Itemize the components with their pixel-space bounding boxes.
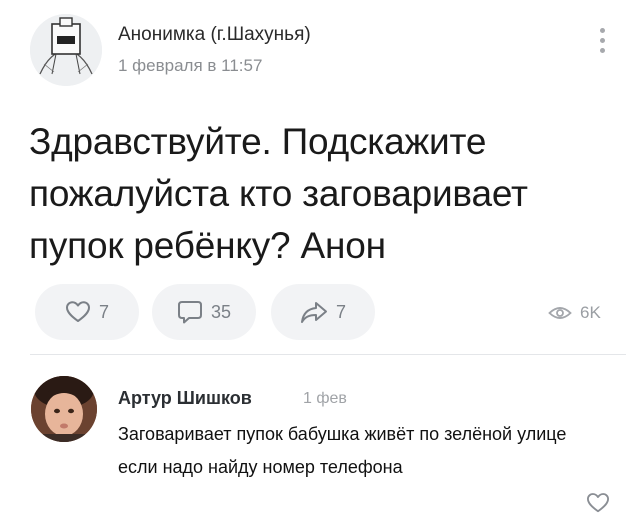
post-author-name[interactable]: Анонимка (г.Шахунья)	[118, 24, 311, 46]
more-vertical-icon[interactable]	[590, 20, 614, 60]
comment-date[interactable]: 1 фев	[303, 390, 347, 408]
like-button[interactable]: 7	[35, 284, 139, 340]
comment-like-button[interactable]	[586, 492, 610, 514]
share-arrow-icon	[300, 302, 327, 323]
comment-button[interactable]: 35	[152, 284, 256, 340]
share-count: 7	[335, 301, 346, 322]
eye-icon	[548, 307, 572, 319]
heart-outline-icon	[587, 493, 609, 513]
views-counter: 6K	[548, 300, 601, 326]
post-author-avatar[interactable]	[30, 14, 102, 86]
like-count: 7	[98, 301, 109, 322]
post-date[interactable]: 1 февраля в 11:57	[118, 56, 262, 76]
divider	[30, 354, 626, 355]
share-button[interactable]: 7	[271, 284, 375, 340]
comment-text: Заговаривает пупок бабушка живёт по зелё…	[118, 424, 567, 477]
comment-author-avatar[interactable]	[31, 376, 97, 442]
views-count: 6K	[580, 303, 601, 322]
comment-bubble-icon	[177, 301, 202, 324]
comment-author-name[interactable]: Артур Шишков	[118, 388, 252, 409]
heart-outline-icon	[65, 301, 90, 322]
comment-count: 35	[210, 301, 232, 322]
post-header: Анонимка (г.Шахунья) 1 февраля в 11:57	[30, 14, 620, 94]
post-text: Здравствуйте. Подскажите пожалуйста кто …	[29, 121, 528, 266]
